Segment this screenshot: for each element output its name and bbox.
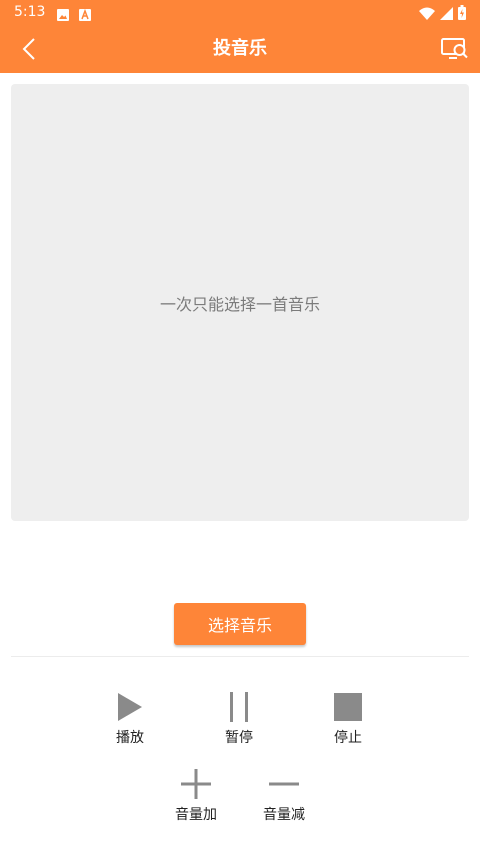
play-label: 播放	[116, 730, 144, 746]
app-bar: 投音乐	[0, 25, 480, 73]
battery-icon	[458, 5, 466, 24]
device-search-button[interactable]	[440, 35, 470, 63]
divider	[11, 656, 469, 657]
page-title: 投音乐	[213, 38, 267, 59]
stop-icon	[328, 690, 368, 724]
signal-icon	[440, 5, 453, 24]
screen-search-icon	[441, 38, 468, 59]
stop-button[interactable]: 停止	[308, 690, 388, 747]
play-button[interactable]: 播放	[90, 690, 170, 747]
status-time: 5:13	[14, 4, 46, 20]
wifi-icon	[419, 5, 435, 24]
stop-label: 停止	[334, 730, 362, 746]
volume-up-button[interactable]: 音量加	[156, 767, 236, 824]
volume-down-button[interactable]: 音量减	[244, 767, 324, 824]
pause-button[interactable]: 暂停	[199, 690, 279, 747]
notification-icons	[57, 6, 91, 25]
a-icon	[79, 6, 91, 25]
volume-up-label: 音量加	[175, 807, 217, 823]
minus-icon	[264, 767, 304, 801]
preview-hint: 一次只能选择一首音乐	[159, 295, 320, 314]
status-bar: 5:13	[0, 0, 480, 25]
pause-icon	[219, 690, 259, 724]
plus-icon	[176, 767, 216, 801]
system-icons	[419, 5, 466, 24]
image-icon	[57, 6, 69, 25]
pause-label: 暂停	[225, 730, 253, 746]
play-icon	[110, 690, 150, 724]
music-preview-area: 一次只能选择一首音乐	[11, 84, 469, 521]
volume-down-label: 音量减	[263, 807, 305, 823]
select-music-button[interactable]: 选择音乐	[174, 603, 306, 645]
